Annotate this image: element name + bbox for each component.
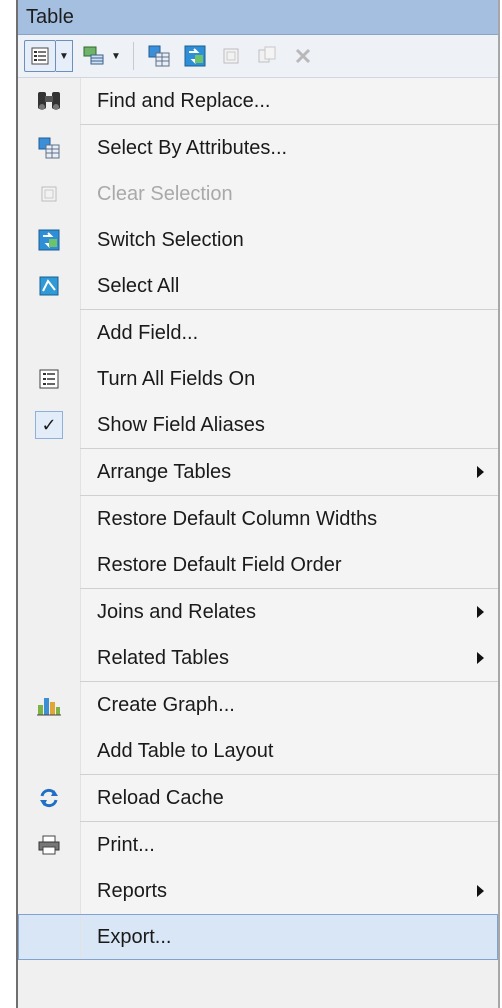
toolbar-separator [133,42,134,70]
menu-item-label: Joins and Relates [80,589,498,635]
table-window: Table ▼ ▼ Find and Replace... Select By … [16,0,500,1008]
chevron-down-icon[interactable]: ▼ [109,41,123,71]
menu-item-reports[interactable]: Reports [18,868,498,914]
menu-item-label: Switch Selection [80,217,498,263]
menu-item-switch-selection[interactable]: Switch Selection [18,217,498,263]
window-title: Table [26,5,74,28]
table-toolbar: ▼ ▼ [18,35,498,78]
menu-item-label: Add Table to Layout [80,728,498,774]
menu-item-label: Restore Default Column Widths [80,496,498,542]
checkmark-icon: ✓ [35,411,63,439]
switch-selection-icon[interactable] [180,41,210,71]
select-by-attributes-icon[interactable] [144,41,174,71]
menu-item-add-table-to-layout[interactable]: Add Table to Layout [18,728,498,774]
table-options-icon[interactable] [24,40,56,72]
related-tables-icon[interactable] [79,41,109,71]
window-titlebar: Table [18,0,498,35]
menu-item-label: Export... [80,914,498,960]
submenu-arrow-icon [477,652,484,664]
menu-item-label: Related Tables [80,635,498,681]
menu-item-reload-cache[interactable]: Reload Cache [18,775,498,821]
menu-item-label: Turn All Fields On [80,356,498,402]
binoculars-icon [18,78,80,124]
menu-item-print[interactable]: Print... [18,822,498,868]
printer-icon [18,822,80,868]
menu-item-show-field-aliases[interactable]: ✓ Show Field Aliases [18,402,498,448]
menu-item-restore-column-widths[interactable]: Restore Default Column Widths [18,496,498,542]
menu-item-label: Find and Replace... [80,78,498,124]
menu-item-create-graph[interactable]: Create Graph... [18,682,498,728]
menu-item-label: Reports [80,868,498,914]
menu-item-related-tables[interactable]: Related Tables [18,635,498,681]
menu-item-label: Select By Attributes... [80,125,498,171]
clear-selection-icon [18,171,80,217]
menu-item-label: Reload Cache [80,775,498,821]
chevron-down-icon[interactable]: ▼ [56,40,73,72]
menu-item-joins-relates[interactable]: Joins and Relates [18,589,498,635]
menu-item-label: Print... [80,822,498,868]
submenu-arrow-icon [477,466,484,478]
clear-selection-icon[interactable] [216,41,246,71]
menu-item-clear-selection[interactable]: Clear Selection [18,171,498,217]
switch-selection-icon [18,217,80,263]
submenu-arrow-icon [477,606,484,618]
fields-list-icon [18,356,80,402]
bar-chart-icon [18,682,80,728]
menu-item-label: Select All [80,263,498,309]
menu-item-select-by-attributes[interactable]: Select By Attributes... [18,125,498,171]
menu-item-select-all[interactable]: Select All [18,263,498,309]
delete-selected-icon[interactable] [288,41,318,71]
menu-item-label: Add Field... [80,310,498,356]
menu-item-label: Arrange Tables [80,449,498,495]
table-options-dropdown[interactable]: ▼ [24,40,73,72]
menu-item-export[interactable]: Export... [18,914,498,960]
menu-item-restore-field-order[interactable]: Restore Default Field Order [18,542,498,588]
menu-item-turn-all-fields-on[interactable]: Turn All Fields On [18,356,498,402]
reload-icon [18,775,80,821]
menu-item-find-replace[interactable]: Find and Replace... [18,78,498,124]
menu-item-label: Show Field Aliases [80,402,498,448]
menu-item-label: Restore Default Field Order [80,542,498,588]
menu-item-add-field[interactable]: Add Field... [18,310,498,356]
menu-item-label: Clear Selection [80,171,498,217]
submenu-arrow-icon [477,885,484,897]
select-all-icon [18,263,80,309]
menu-item-arrange-tables[interactable]: Arrange Tables [18,449,498,495]
zoom-to-selected-icon[interactable] [252,41,282,71]
menu-item-label: Create Graph... [80,682,498,728]
select-by-attributes-icon [18,125,80,171]
table-options-menu: Find and Replace... Select By Attributes… [18,78,498,960]
related-tables-dropdown[interactable]: ▼ [79,41,123,71]
